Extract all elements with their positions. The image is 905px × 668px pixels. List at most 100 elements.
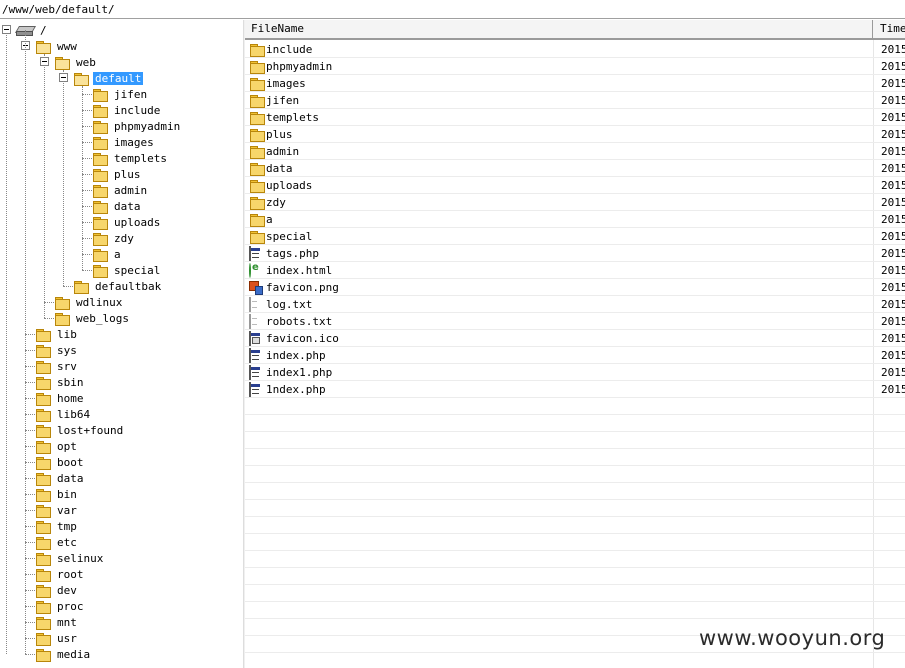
tree-node-label: include xyxy=(114,103,161,117)
tree-node-srv[interactable]: srv xyxy=(35,358,79,374)
collapse-toggle[interactable] xyxy=(40,57,49,66)
tree-node-plus[interactable]: plus xyxy=(92,166,143,182)
file-row[interactable]: index1.php 2015 xyxy=(245,364,905,381)
tree-node-media[interactable]: media xyxy=(35,646,92,662)
tree-node-label: phpmyadmin xyxy=(114,119,181,133)
file-row[interactable]: robots.txt 2015 xyxy=(245,313,905,330)
tree-line xyxy=(6,30,7,654)
tree-node-data[interactable]: data xyxy=(35,470,86,486)
tree-node-mnt[interactable]: mnt xyxy=(35,614,79,630)
tree-node-web-logs[interactable]: web_logs xyxy=(54,310,131,326)
path-input[interactable] xyxy=(2,2,900,16)
file-row[interactable]: zdy 2015 xyxy=(245,194,905,211)
file-time: 2015 xyxy=(881,349,905,362)
tree-node-lib[interactable]: lib xyxy=(35,326,79,342)
file-row[interactable]: favicon.ico 2015 xyxy=(245,330,905,347)
path-bar xyxy=(0,0,905,19)
tree-node-wdlinux[interactable]: wdlinux xyxy=(54,294,124,310)
file-row[interactable]: jifen 2015 xyxy=(245,92,905,109)
tree-node-jifen[interactable]: jifen xyxy=(92,86,149,102)
tree-node-proc[interactable]: proc xyxy=(35,598,86,614)
tree-node-selinux[interactable]: selinux xyxy=(35,550,105,566)
file-row[interactable]: special 2015 xyxy=(245,228,905,245)
tree-line xyxy=(82,206,92,207)
tree-node-lib64[interactable]: lib64 xyxy=(35,406,92,422)
file-row[interactable]: images 2015 xyxy=(245,75,905,92)
tree-node-sys[interactable]: sys xyxy=(35,342,79,358)
tree-node-root[interactable]: / xyxy=(14,22,49,38)
file-time: 2015 xyxy=(881,60,905,73)
tree-node-special[interactable]: special xyxy=(92,262,162,278)
tree-node-label: data xyxy=(114,199,141,213)
file-row[interactable]: include 2015 xyxy=(245,41,905,58)
file-row[interactable]: phpmyadmin 2015 xyxy=(245,58,905,75)
file-row[interactable]: favicon.png 2015 xyxy=(245,279,905,296)
empty-row xyxy=(245,534,905,551)
tree-node-images[interactable]: images xyxy=(92,134,156,150)
tree-node-label: opt xyxy=(57,439,77,453)
tree-node-a[interactable]: a xyxy=(92,246,123,262)
file-row[interactable]: admin 2015 xyxy=(245,143,905,160)
php-file-icon xyxy=(249,246,251,261)
tree-node-uploads[interactable]: uploads xyxy=(92,214,162,230)
tree-node-label: jifen xyxy=(114,87,148,101)
tree-line xyxy=(25,430,35,431)
tree-node-zdy[interactable]: zdy xyxy=(92,230,136,246)
tree-node-defaultbak[interactable]: defaultbak xyxy=(73,278,163,294)
file-row[interactable]: index.html 2015 xyxy=(245,262,905,279)
folder-icon xyxy=(92,200,108,214)
tree-node-dev[interactable]: dev xyxy=(35,582,79,598)
tree-node-lost-found[interactable]: lost+found xyxy=(35,422,125,438)
tree-node-etc[interactable]: etc xyxy=(35,534,79,550)
tree-node-admin[interactable]: admin xyxy=(92,182,149,198)
tree-node-usr[interactable]: usr xyxy=(35,630,79,646)
column-header-time[interactable]: Time xyxy=(874,20,905,38)
collapse-toggle[interactable] xyxy=(2,25,11,34)
file-row[interactable]: data 2015 xyxy=(245,160,905,177)
tree-node-label: templets xyxy=(114,151,167,165)
tree-node-tmp[interactable]: tmp xyxy=(35,518,79,534)
tree-node-label: plus xyxy=(114,167,141,181)
tree-node-label: special xyxy=(114,263,161,277)
tree-line xyxy=(63,286,73,287)
tree-node-www[interactable]: www xyxy=(35,38,79,54)
tree-node-boot[interactable]: boot xyxy=(35,454,86,470)
file-row[interactable]: tags.php 2015 xyxy=(245,245,905,262)
file-row[interactable]: templets 2015 xyxy=(245,109,905,126)
tree-node-web[interactable]: web xyxy=(54,54,98,70)
folder-icon xyxy=(35,552,51,566)
tree-line xyxy=(82,222,92,223)
tree-node-var[interactable]: var xyxy=(35,502,79,518)
html-file-icon xyxy=(249,263,251,278)
folder-icon xyxy=(35,408,51,422)
file-row[interactable]: log.txt 2015 xyxy=(245,296,905,313)
tree-node-templets[interactable]: templets xyxy=(92,150,169,166)
file-row[interactable]: a 2015 xyxy=(245,211,905,228)
file-name: index1.php xyxy=(266,366,333,379)
tree-line xyxy=(25,334,35,335)
file-row[interactable]: uploads 2015 xyxy=(245,177,905,194)
tree-node-bin[interactable]: bin xyxy=(35,486,79,502)
file-time: 2015 xyxy=(881,281,905,294)
file-row[interactable]: plus 2015 xyxy=(245,126,905,143)
tree-node-home[interactable]: home xyxy=(35,390,86,406)
empty-row xyxy=(245,568,905,585)
file-row[interactable]: index.php 2015 xyxy=(245,347,905,364)
tree-node-phpmyadmin[interactable]: phpmyadmin xyxy=(92,118,182,134)
tree-line xyxy=(82,238,92,239)
tree-node-default[interactable]: default xyxy=(73,70,145,86)
file-name: images xyxy=(266,77,306,90)
file-time: 2015 xyxy=(881,213,905,226)
file-time: 2015 xyxy=(881,179,905,192)
tree-node-root-dir[interactable]: root xyxy=(35,566,86,582)
tree-node-data[interactable]: data xyxy=(92,198,143,214)
file-row[interactable]: 1ndex.php 2015 xyxy=(245,381,905,398)
tree-node-opt[interactable]: opt xyxy=(35,438,79,454)
collapse-toggle[interactable] xyxy=(59,73,68,82)
tree-node-label: lib xyxy=(57,327,77,341)
tree-node-label: admin xyxy=(114,183,148,197)
tree-node-include[interactable]: include xyxy=(92,102,162,118)
column-header-filename[interactable]: FileName xyxy=(245,20,873,38)
tree-node-sbin[interactable]: sbin xyxy=(35,374,86,390)
tree-node-label: home xyxy=(57,391,84,405)
